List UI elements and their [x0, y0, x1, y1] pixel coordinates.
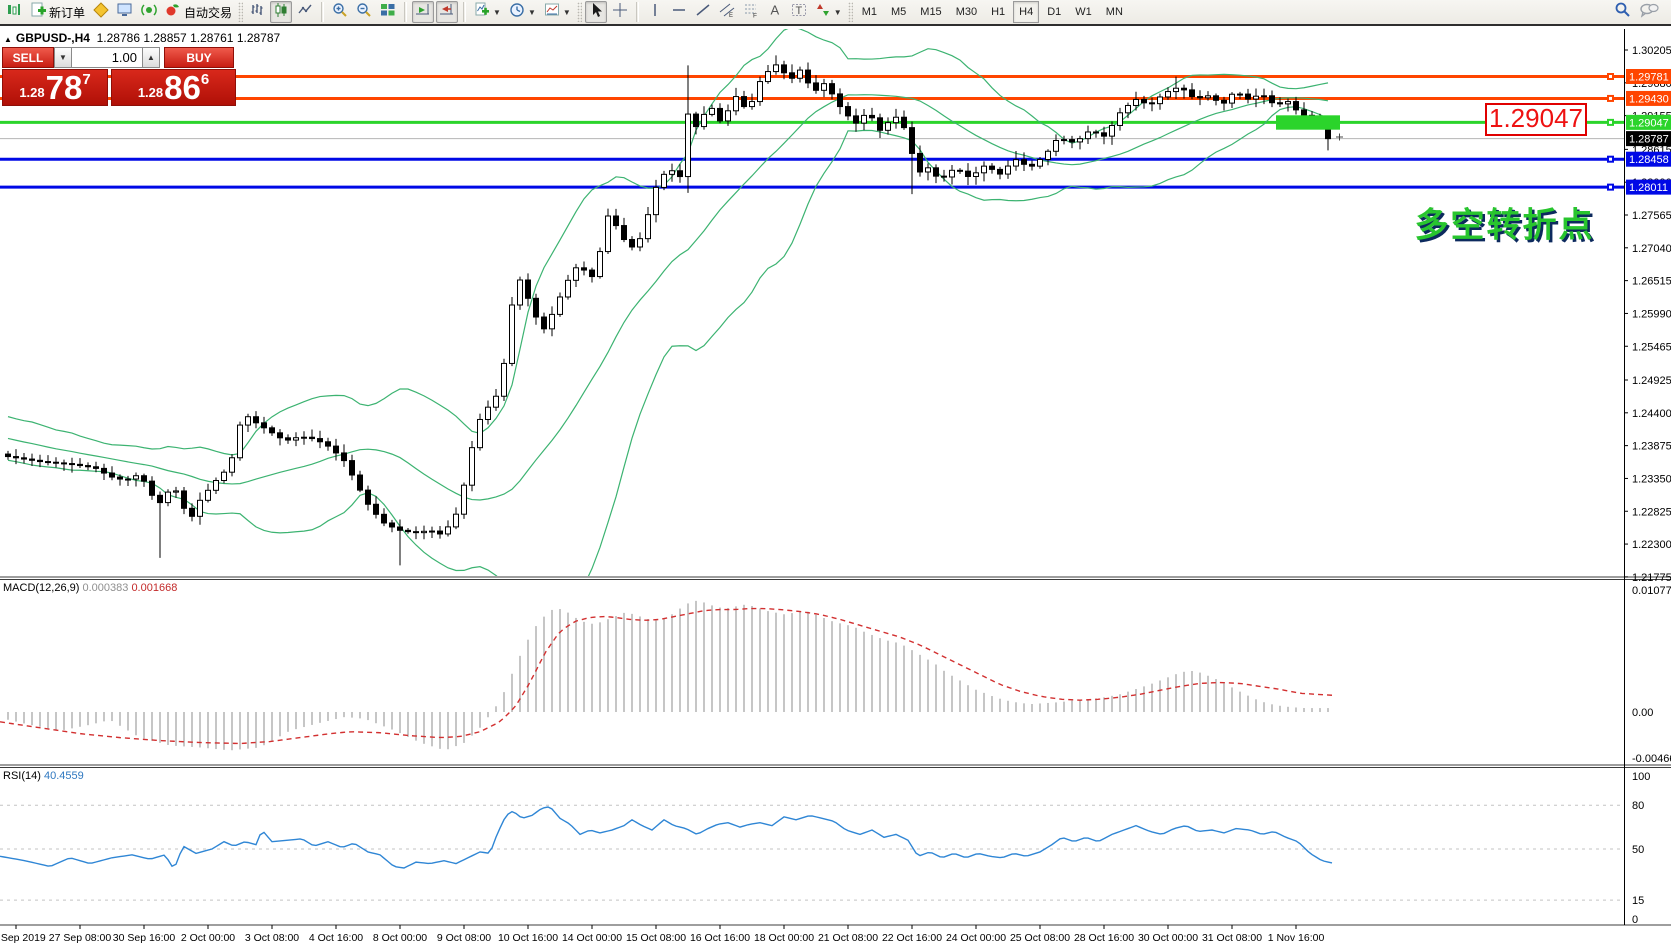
sell-price-panel[interactable]: 1.28 78 7 — [2, 69, 108, 106]
collapse-triangle-icon[interactable]: ▲ — [4, 35, 12, 44]
ohlc-low: 1.28761 — [190, 31, 233, 45]
date-tick-label: 3 Oct 08:00 — [245, 932, 299, 944]
date-tick-label: 27 Sep 08:00 — [49, 932, 112, 944]
date-tick-label: 4 Oct 16:00 — [309, 932, 363, 944]
price-tick-label: 1.27565 — [1632, 210, 1671, 222]
buy-price-prefix: 1.28 — [138, 85, 163, 100]
date-tick-label: 31 Oct 08:00 — [1202, 932, 1262, 944]
price-tick-label: 1.21775 — [1632, 572, 1671, 584]
price-badge-label: 1.29781 — [1629, 72, 1669, 84]
buy-price-pip: 6 — [201, 71, 209, 88]
date-tick-label: 15 Oct 08:00 — [626, 932, 686, 944]
chart-plot-area[interactable] — [0, 29, 1624, 576]
buy-price-big: 86 — [164, 73, 201, 103]
price-tick-label: 1.25465 — [1632, 341, 1671, 353]
date-tick-label: 18 Oct 00:00 — [754, 932, 814, 944]
rsi-axis-label: 15 — [1632, 895, 1644, 907]
sell-price-pip: 7 — [82, 71, 90, 88]
date-tick-label: 28 Oct 16:00 — [1074, 932, 1134, 944]
annotation-text: 多空转折点 — [1415, 207, 1595, 245]
date-tick-label: 8 Oct 00:00 — [373, 932, 427, 944]
green-rectangle-object[interactable] — [1276, 115, 1340, 129]
date-tick-label: 30 Sep 16:00 — [113, 932, 176, 944]
date-tick-label: 25 Oct 08:00 — [1010, 932, 1070, 944]
volume-up-button[interactable]: ▲ — [142, 47, 160, 68]
macd-value-signal: 0.001668 — [131, 582, 177, 594]
rsi-axis-label: 0 — [1632, 914, 1638, 926]
line-anchor-center — [1609, 97, 1612, 100]
rsi-indicator-label: RSI(14) 40.4559 — [3, 770, 84, 782]
price-tick-label: 1.25990 — [1632, 308, 1671, 320]
rsi-value: 40.4559 — [44, 770, 84, 782]
date-tick-label: 22 Oct 16:00 — [882, 932, 942, 944]
macd-axis-label: 0.010775 — [1632, 585, 1671, 597]
line-anchor-center — [1609, 121, 1612, 124]
price-label-object[interactable]: 1.29047 — [1486, 103, 1586, 135]
price-tick-label: 1.22300 — [1632, 539, 1671, 551]
chart-canvas[interactable]: 1.29047多空转折点多空转折点1.302051.296801.291551.… — [0, 0, 1671, 951]
date-tick-label: 14 Oct 00:00 — [562, 932, 622, 944]
volume-input[interactable] — [72, 47, 142, 68]
price-tick-label: 1.24400 — [1632, 408, 1671, 420]
price-tick-label: 1.27040 — [1632, 243, 1671, 255]
line-anchor-center — [1609, 186, 1612, 189]
rsi-name: RSI(14) — [3, 770, 41, 782]
buy-price-panel[interactable]: 1.28 86 6 — [111, 69, 236, 106]
price-tick-label: 1.22825 — [1632, 506, 1671, 518]
volume-down-button[interactable]: ▼ — [54, 47, 72, 68]
price-tick-label: 1.24925 — [1632, 375, 1671, 387]
line-anchor-center — [1609, 158, 1612, 161]
chart-header: ▲ GBPUSD-,H4 1.28786 1.28857 1.28761 1.28… — [4, 31, 280, 45]
ohlc-close: 1.28787 — [237, 31, 280, 45]
macd-name: MACD(12,26,9) — [3, 582, 79, 594]
date-tick-label: 16 Oct 16:00 — [690, 932, 750, 944]
price-badge-label: 1.29047 — [1629, 117, 1669, 129]
macd-axis-label: -0.004668 — [1632, 753, 1671, 765]
date-tick-label: 1 Nov 16:00 — [1268, 932, 1325, 944]
ohlc-high: 1.28857 — [143, 31, 186, 45]
price-badge-label: 1.28011 — [1629, 182, 1668, 194]
buy-button[interactable]: BUY — [164, 47, 234, 68]
macd-indicator-label: MACD(12,26,9) 0.000383 0.001668 — [3, 582, 177, 594]
date-tick-label: 2 Oct 00:00 — [181, 932, 235, 944]
one-click-trading-panel: SELL ▼ ▲ BUY 1.28 78 7 1.28 86 6 — [2, 47, 237, 106]
date-tick-label: 10 Oct 16:00 — [498, 932, 558, 944]
rsi-axis-label: 50 — [1632, 844, 1644, 856]
sell-button[interactable]: SELL — [2, 47, 54, 68]
line-anchor-center — [1609, 75, 1612, 78]
price-badge-label: 1.28787 — [1629, 134, 1669, 146]
macd-axis-label: 0.00 — [1632, 707, 1653, 719]
price-label-text: 1.29047 — [1489, 103, 1583, 133]
price-badge-label: 1.28458 — [1629, 154, 1669, 166]
date-tick-label: 24 Oct 00:00 — [946, 932, 1006, 944]
price-tick-label: 1.30205 — [1632, 45, 1671, 57]
price-tick-label: 1.23350 — [1632, 473, 1671, 485]
ohlc-open: 1.28786 — [97, 31, 140, 45]
date-tick-label: 21 Oct 08:00 — [818, 932, 878, 944]
date-tick-label: 9 Oct 08:00 — [437, 932, 491, 944]
sell-price-big: 78 — [46, 73, 83, 103]
date-tick-label: 30 Oct 00:00 — [1138, 932, 1198, 944]
date-tick-label: 26 Sep 2019 — [0, 932, 46, 944]
price-tick-label: 1.23875 — [1632, 441, 1671, 453]
text-object[interactable]: 多空转折点多空转折点 — [1415, 207, 1598, 248]
price-badge-label: 1.29430 — [1629, 93, 1669, 105]
rsi-axis-label: 100 — [1632, 771, 1650, 783]
rsi-axis-label: 80 — [1632, 800, 1644, 812]
symbol-period: GBPUSD-,H4 — [16, 31, 90, 45]
macd-value-main: 0.000383 — [82, 582, 128, 594]
price-tick-label: 1.26515 — [1632, 276, 1671, 288]
sell-price-prefix: 1.28 — [19, 85, 44, 100]
